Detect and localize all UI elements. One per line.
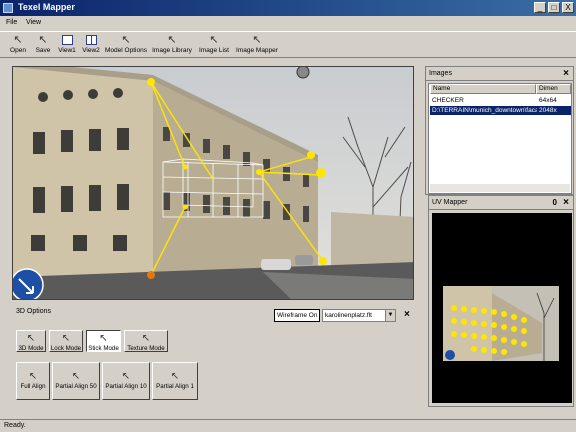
close-button[interactable]: X <box>562 2 574 13</box>
uv-mapper-title: UV Mapper <box>432 199 468 206</box>
arrow-icon: ↖ <box>121 371 131 382</box>
uv-close-icon[interactable]: × <box>563 197 569 208</box>
save-button[interactable]: ↖ Save <box>32 33 54 58</box>
partial-align-10-button[interactable]: ↖ Partial Align 10 <box>102 362 150 400</box>
status-bar: Ready. <box>0 419 576 432</box>
arrow-icon: ↖ <box>252 34 262 46</box>
uv-mapper-view[interactable] <box>432 213 572 403</box>
arrow-icon: ↖ <box>26 333 36 344</box>
arrow-icon: ↖ <box>38 34 48 46</box>
partial-align-1-button[interactable]: ↖ Partial Align 1 <box>152 362 198 400</box>
open-button[interactable]: ↖ Open <box>6 33 30 58</box>
view2-button[interactable]: View2 <box>80 33 102 58</box>
arrow-icon: ↖ <box>170 371 180 382</box>
arrow-icon: ↖ <box>121 34 131 46</box>
full-align-button[interactable]: ↖ Full Align <box>16 362 50 400</box>
stick-mode-button[interactable]: ↖ Stick Mode <box>86 330 121 352</box>
menu-bar: File View <box>0 17 576 29</box>
wireframe-controls: Wireframe On karolinenplatz.flt ▼ <box>274 309 396 322</box>
column-dimensions[interactable]: Dimen <box>536 84 571 94</box>
model-options-button[interactable]: ↖ Model Options <box>104 33 148 58</box>
images-panel-title: Images <box>429 70 452 77</box>
app-icon <box>3 3 13 13</box>
image-mapper-button[interactable]: ↖ Image Mapper <box>234 33 280 58</box>
arrow-icon: ↖ <box>141 333 151 344</box>
list-item-dim-selected: 2048x <box>537 106 571 115</box>
pin-icon[interactable]: 0 <box>553 198 557 207</box>
lock-mode-button[interactable]: ↖ Lock Mode <box>49 330 83 352</box>
chevron-down-icon[interactable]: ▼ <box>385 310 395 321</box>
menu-view[interactable]: View <box>26 19 41 26</box>
image-list[interactable]: Name Dimen CHECKER 64x64 D:\TERRAIN\muni… <box>428 83 572 194</box>
image-list-button[interactable]: ↖ Image List <box>197 33 231 58</box>
wireframe-toggle[interactable]: Wireframe On <box>274 309 320 322</box>
arrow-icon: ↖ <box>28 371 38 382</box>
view-icon <box>56 33 78 47</box>
horizontal-scrollbar[interactable] <box>430 183 570 192</box>
minimize-button[interactable]: _ <box>534 2 546 13</box>
3d-mode-button[interactable]: ↖ 3D Mode <box>16 330 46 352</box>
model-file-select[interactable]: karolinenplatz.flt ▼ <box>322 309 396 322</box>
view-icon <box>80 33 102 47</box>
image-library-button[interactable]: ↖ Image Library <box>150 33 194 58</box>
view1-button[interactable]: View1 <box>56 33 78 58</box>
uv-mapper-panel: UV Mapper 0 × <box>428 195 574 407</box>
scene-photo <box>13 67 413 299</box>
images-close-icon[interactable]: × <box>563 68 569 79</box>
title-bar: Texel Mapper _ □ X <box>0 0 576 16</box>
toolbar: ↖ Open ↖ Save View1 View2 ↖ Model Option… <box>0 31 576 58</box>
3d-viewport[interactable] <box>12 66 414 300</box>
menu-file[interactable]: File <box>6 19 17 26</box>
3d-options-title: 3D Options <box>16 308 52 315</box>
status-text: Ready. <box>4 422 26 429</box>
partial-align-50-button[interactable]: ↖ Partial Align 50 <box>52 362 100 400</box>
model-file-value: karolinenplatz.flt <box>325 312 372 319</box>
options-close-icon[interactable]: × <box>404 309 410 320</box>
list-item-name[interactable]: CHECKER <box>430 96 536 105</box>
arrow-icon: ↖ <box>167 34 177 46</box>
images-panel: Images × Name Dimen CHECKER 64x64 D:\TER… <box>425 66 574 195</box>
texture-mode-button[interactable]: ↖ Texture Mode <box>124 330 168 352</box>
uv-thumbnail <box>443 286 559 361</box>
column-name[interactable]: Name <box>430 84 536 94</box>
maximize-button[interactable]: □ <box>548 2 560 13</box>
arrow-icon: ↖ <box>71 371 81 382</box>
arrow-icon: ↖ <box>99 333 108 344</box>
arrow-icon: ↖ <box>61 333 71 344</box>
window-title: Texel Mapper <box>18 2 75 12</box>
list-item-dim: 64x64 <box>539 97 557 104</box>
arrow-icon: ↖ <box>209 34 219 46</box>
arrow-icon: ↖ <box>13 34 23 46</box>
